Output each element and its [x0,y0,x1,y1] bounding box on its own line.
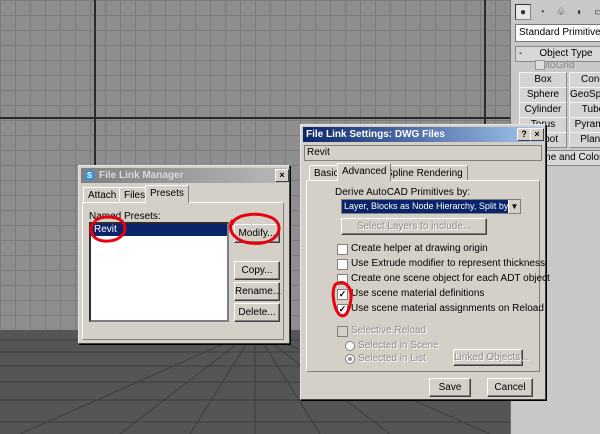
file-link-icon: S [84,170,95,181]
named-presets-label: Named Presets: [89,211,161,222]
chevron-down-icon[interactable]: ▼ [508,200,520,213]
geosphere-button[interactable]: GeoSphere [569,87,600,103]
save-button[interactable]: Save [429,378,471,397]
scene-material-assignments-label: Use scene material assignments on Reload [351,303,544,314]
modify-tab-icon[interactable]: ◔ [534,4,550,20]
helper-origin-label: Create helper at drawing origin [351,243,488,254]
close-icon[interactable]: × [275,169,289,182]
help-icon[interactable]: ? [517,128,531,141]
presets-list[interactable]: Revit [89,222,229,322]
hierarchy-tab-icon[interactable]: ♧ [553,4,569,20]
list-item[interactable]: Revit [91,224,227,236]
derive-primitives-select[interactable]: Layer, Blocks as Node Hierarchy, Split b… [341,199,521,214]
plane-button[interactable]: Plane [569,132,600,148]
box-button[interactable]: Box [519,72,567,88]
copy-button[interactable]: Copy... [234,261,280,280]
selective-reload-label: Selective Reload [351,325,427,336]
preset-name-field[interactable]: Revit [304,145,542,161]
delete-button[interactable]: Delete... [234,303,280,322]
extrude-checkbox[interactable] [337,259,348,270]
selected-in-scene-label: Selected in Scene [358,340,439,351]
settings-title: File Link Settings: DWG Files [306,129,445,140]
command-panel-tabs: ● ◔ ♧ ◐ ▭ [515,4,600,22]
display-tab-icon[interactable]: ▭ [591,4,600,20]
file-link-manager-window: S File Link Manager × Attach Files Prese… [78,165,290,344]
cylinder-button[interactable]: Cylinder [519,102,567,118]
selected-in-list-radio[interactable] [345,354,355,364]
scene-material-definitions-checkbox[interactable]: ✓ [337,289,348,300]
selective-reload-checkbox[interactable] [337,326,348,337]
viewport-divider-horizontal [0,117,510,119]
adt-object-checkbox[interactable] [337,274,348,285]
linked-objects-button[interactable]: Linked Objects... [453,349,528,366]
tab-spline-rendering[interactable]: Spline Rendering [381,165,468,181]
select-layers-button[interactable]: Select Layers to include... [341,218,487,235]
primitives-dropdown[interactable]: Standard Primitives [515,24,600,42]
settings-dialog: File Link Settings: DWG Files ? × Revit … [300,124,550,400]
tab-advanced[interactable]: Advanced [337,163,392,181]
scene-material-definitions-label: Use scene material definitions [351,288,485,299]
scene-material-assignments-checkbox[interactable]: ✓ [337,304,348,315]
selected-in-scene-radio[interactable] [345,341,355,351]
file-link-manager-title: File Link Manager [99,170,184,181]
tab-presets[interactable]: Presets [145,185,189,203]
tube-button[interactable]: Tube [569,102,600,118]
tab-attach[interactable]: Attach [83,187,122,203]
close-icon[interactable]: × [530,128,544,141]
modify-button[interactable]: Modify... [234,224,280,243]
settings-titlebar[interactable]: File Link Settings: DWG Files [303,127,543,142]
cone-button[interactable]: Cone [569,72,600,88]
sphere-button[interactable]: Sphere [519,87,567,103]
autogrid-checkbox[interactable]: AutoGrid [535,60,574,71]
extrude-label: Use Extrude modifier to represent thickn… [351,258,545,269]
file-link-manager-titlebar[interactable]: S File Link Manager [81,168,287,183]
helper-origin-checkbox[interactable] [337,244,348,255]
adt-object-label: Create one scene object for each ADT obj… [351,273,550,284]
cancel-button[interactable]: Cancel [487,378,533,397]
rename-button[interactable]: Rename... [234,282,281,301]
pyramid-button[interactable]: Pyramid [569,117,600,133]
derive-label: Derive AutoCAD Primitives by: [335,187,471,198]
motion-tab-icon[interactable]: ◐ [572,4,588,20]
create-tab-icon[interactable]: ● [515,4,531,20]
selected-in-list-label: Selected in List [358,353,426,364]
